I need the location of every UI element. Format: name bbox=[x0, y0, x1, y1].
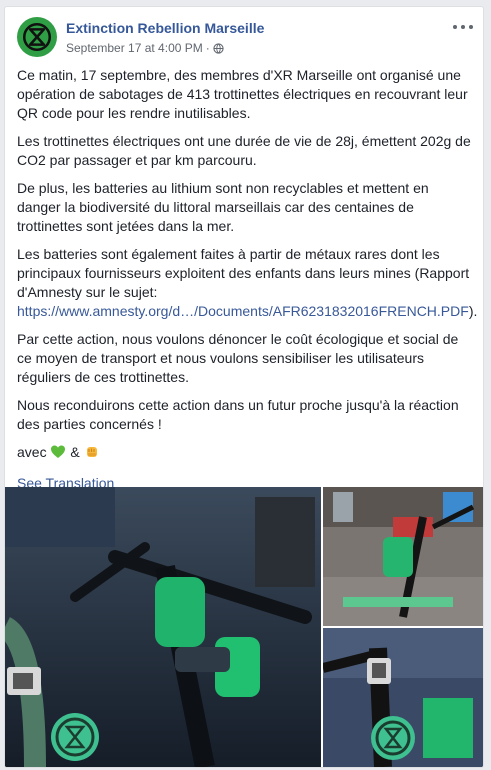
paragraph-7-ampersand: & bbox=[70, 444, 80, 460]
scooter-photo-closeup-image bbox=[323, 628, 483, 767]
post-text: Ce matin, 17 septembre, des membres d'XR… bbox=[17, 66, 477, 493]
post-card: Extinction Rebellion Marseille September… bbox=[4, 6, 484, 768]
post-header: Extinction Rebellion Marseille September… bbox=[17, 17, 473, 61]
paragraph-6: Nous reconduirons cette action dans un f… bbox=[17, 397, 459, 432]
post-timestamp[interactable]: September 17 at 4:00 PM bbox=[66, 41, 203, 55]
raised-fist-emoji-icon bbox=[86, 447, 97, 457]
post-meta: September 17 at 4:00 PM · bbox=[66, 41, 224, 55]
amnesty-report-link[interactable]: https://www.amnesty.org/d…/Documents/AFR… bbox=[17, 303, 469, 319]
photo-grid bbox=[5, 487, 483, 767]
more-options-icon[interactable] bbox=[453, 21, 473, 33]
globe-icon bbox=[213, 42, 224, 54]
paragraph-3: De plus, les batteries au lithium sont n… bbox=[17, 180, 429, 234]
paragraph-2: Les trottinettes électriques ont une dur… bbox=[17, 133, 471, 168]
paragraph-1: Ce matin, 17 septembre, des membres d'XR… bbox=[17, 67, 468, 121]
meta-separator: · bbox=[205, 41, 210, 55]
paragraph-4: Les batteries sont également faites à pa… bbox=[17, 245, 477, 321]
green-heart-emoji-icon bbox=[51, 445, 66, 458]
scooter-photo-street-image bbox=[323, 487, 483, 626]
paragraph-7-text: avec bbox=[17, 444, 47, 460]
paragraph-5: Par cette action, nous voulons dénoncer … bbox=[17, 331, 459, 385]
extinction-rebellion-logo-icon bbox=[22, 22, 52, 52]
paragraph-7: avec & bbox=[17, 443, 473, 462]
page-name-link[interactable]: Extinction Rebellion Marseille bbox=[66, 20, 264, 36]
paragraph-4-end: ). bbox=[468, 303, 478, 319]
scooter-photo-main-image bbox=[5, 487, 321, 767]
page-avatar[interactable] bbox=[17, 17, 57, 57]
photo-main[interactable] bbox=[5, 487, 321, 767]
photo-bottom-right[interactable] bbox=[323, 628, 483, 767]
paragraph-4-text: Les batteries sont également faites à pa… bbox=[17, 246, 470, 300]
photo-top-right[interactable] bbox=[323, 487, 483, 626]
